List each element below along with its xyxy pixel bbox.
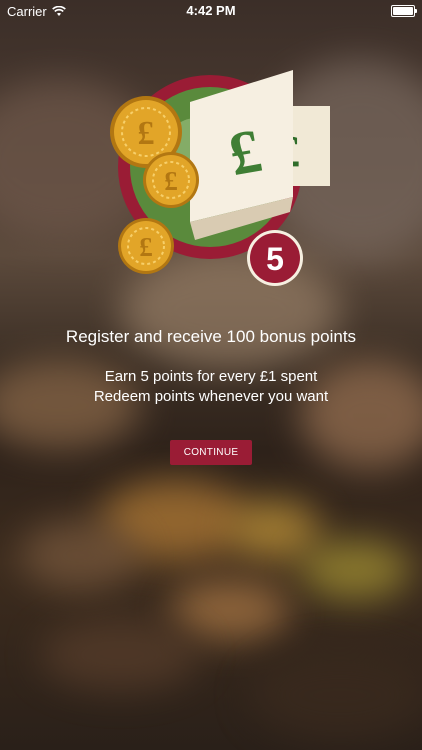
badge-number: 5 — [266, 241, 284, 277]
headline: Register and receive 100 bonus points — [65, 327, 357, 346]
svg-text:£: £ — [138, 115, 155, 152]
svg-text:£: £ — [164, 166, 178, 196]
earn-points-text: Earn 5 points for every £1 spent — [104, 368, 318, 385]
redeem-points-text: Redeem points whenever you want — [93, 388, 329, 405]
status-time: 4:42 PM — [186, 3, 236, 18]
continue-button[interactable]: CONTINUE — [170, 440, 252, 465]
status-bar: Carrier 4:42 PM — [0, 0, 422, 22]
coin-icon: £ — [118, 218, 174, 274]
loyalty-points-icon: £ £ £ £ £ 5 — [100, 62, 340, 292]
battery-icon — [391, 5, 417, 17]
points-badge: 5 — [247, 230, 303, 286]
svg-text:£: £ — [139, 232, 153, 262]
coin-icon: £ — [143, 152, 199, 208]
